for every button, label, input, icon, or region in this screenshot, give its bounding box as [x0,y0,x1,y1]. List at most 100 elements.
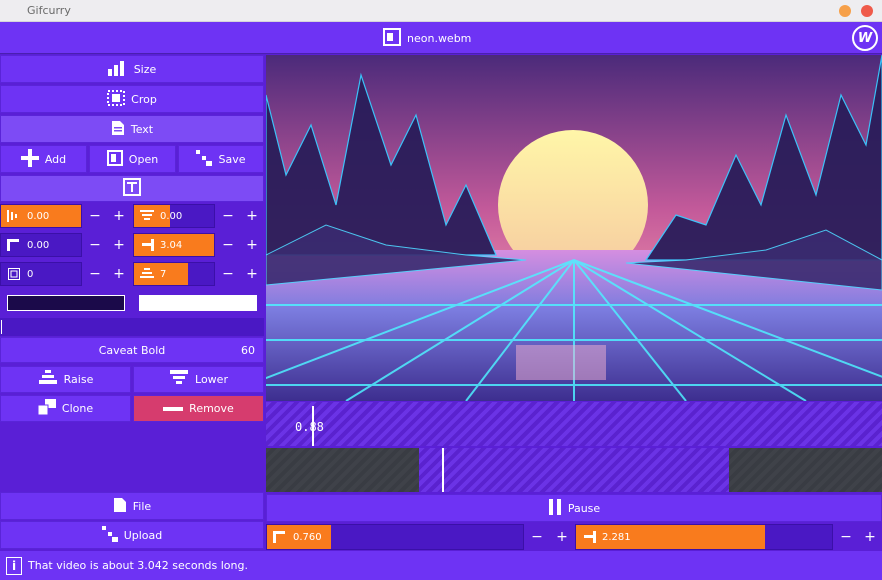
file-label: File [132,499,152,513]
lower-button[interactable]: Lower [133,366,264,393]
clone-button[interactable]: Clone [0,395,131,422]
trim-end-decrement-button[interactable]: − [834,525,858,549]
end-time-value: 3.04 [160,239,183,251]
add-button[interactable]: Add [0,145,87,173]
end-increment-button[interactable]: + [240,233,264,257]
trim-end-increment-button[interactable]: + [858,525,882,549]
open-icon [106,149,123,169]
rotation-increment-button[interactable]: + [240,204,264,228]
clone-label: Clone [61,402,94,415]
size-button[interactable]: Size [0,55,264,83]
document-icon [113,497,127,516]
x-increment-button[interactable]: + [107,204,131,228]
text-label: Text [130,122,154,136]
remove-label: Remove [189,402,234,415]
current-time-label: 0.88 [295,420,324,434]
plus-icon [20,148,39,170]
font-selector[interactable]: Caveat Bold 60 [0,337,264,363]
info-icon: i [6,556,22,575]
trim-selection[interactable] [419,448,729,492]
raise-button[interactable]: Raise [0,366,131,393]
outline-decrement-button[interactable]: − [83,262,107,286]
file-name-display: neon.webm [383,28,471,49]
outline-increment-button[interactable]: + [107,262,131,286]
y-position-value: 0.00 [27,239,50,251]
text-input[interactable] [0,318,264,336]
outline-color-swatch[interactable] [139,295,257,311]
horizontal-align-icon [7,209,21,223]
end-decrement-button[interactable]: − [216,233,240,257]
video-frame-image [266,55,882,401]
y-decrement-button[interactable]: − [83,233,107,257]
rotation-field[interactable]: 0.00 [133,204,215,228]
app-logo-icon: W [852,25,878,51]
text-frame-icon [123,178,141,199]
trim-end-value: 2.281 [602,531,631,543]
status-message: That video is about 3.042 seconds long. [28,559,248,572]
playhead[interactable] [442,448,444,492]
end-bracket-icon [582,530,596,544]
trim-start-increment-button[interactable]: + [550,525,574,549]
time-scrubber[interactable]: 0.88 [266,402,882,446]
font-size-display: 60 [241,343,255,357]
bars-icon [107,60,128,79]
save-icon [196,149,213,169]
file-name: neon.webm [407,32,472,45]
start-align-icon [7,238,21,252]
save-button[interactable]: Save [178,145,264,173]
raise-label: Raise [63,373,94,386]
lower-icon [169,370,189,389]
trim-start-field[interactable]: 0.760 [266,524,524,550]
save-label: Save [218,152,246,166]
clone-icon [37,399,56,418]
end-align-icon [140,238,154,252]
font-name: Caveat Bold [98,343,166,357]
file-button[interactable]: File [0,492,264,520]
open-label: Open [128,152,159,166]
trim-end-field[interactable]: 2.281 [575,524,833,550]
pause-icon [548,498,562,518]
end-time-field[interactable]: 3.04 [133,233,215,257]
font-size-field[interactable]: 7 [133,262,215,286]
trim-start-decrement-button[interactable]: − [525,525,549,549]
size-decrement-button[interactable]: − [216,262,240,286]
rotation-decrement-button[interactable]: − [216,204,240,228]
y-position-field[interactable]: 0.00 [0,233,82,257]
crop-icon [107,89,126,109]
rotate-icon [140,209,154,223]
window-title: Gifcurry [27,4,71,17]
outline-field[interactable]: 0 [0,262,82,286]
close-button[interactable] [861,5,873,17]
status-bar: i That video is about 3.042 seconds long… [0,551,882,580]
text-tool-header [0,175,264,202]
x-decrement-button[interactable]: − [83,204,107,228]
top-bar: neon.webm W [0,22,882,54]
video-preview [266,55,882,401]
upload-icon [101,525,118,545]
window-titlebar: Gifcurry [0,0,882,22]
layers-icon [140,267,154,281]
upload-button[interactable]: Upload [0,521,264,549]
remove-button[interactable]: Remove [133,395,264,422]
add-label: Add [44,152,67,166]
fill-color-swatch[interactable] [7,295,125,311]
minimize-button[interactable] [839,5,851,17]
file-icon [383,28,401,49]
trim-start-value: 0.760 [293,531,322,543]
crop-button[interactable]: Crop [0,85,264,113]
upload-label: Upload [123,528,163,542]
size-increment-button[interactable]: + [240,262,264,286]
trim-range-track[interactable] [266,448,882,492]
pause-label: Pause [567,501,601,515]
font-size-value: 7 [160,268,167,280]
left-panel-spacer [0,422,264,490]
text-cursor [1,320,2,334]
open-button[interactable]: Open [89,145,176,173]
y-increment-button[interactable]: + [107,233,131,257]
pause-button[interactable]: Pause [266,494,882,522]
x-position-field[interactable]: 0.00 [0,204,82,228]
document-icon [111,120,125,139]
rotation-value: 0.00 [160,210,183,222]
text-button[interactable]: Text [0,115,264,143]
outline-value: 0 [27,268,34,280]
